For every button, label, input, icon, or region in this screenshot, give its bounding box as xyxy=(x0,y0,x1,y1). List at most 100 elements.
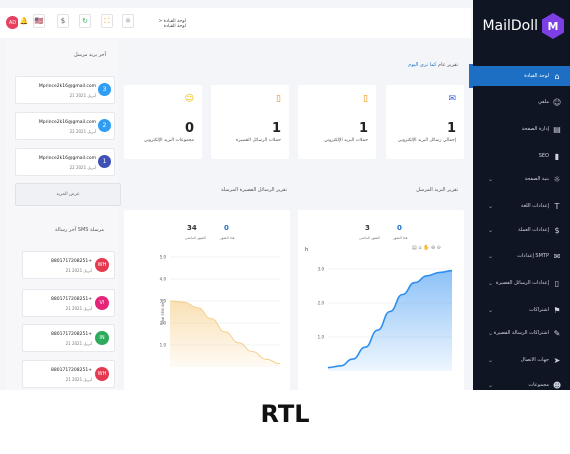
mail-item[interactable]: Mprince2k16@gmail.com 22 أبريل 2021 2 xyxy=(15,112,115,140)
view-more-button[interactable]: عرض المزيد xyxy=(15,183,121,206)
data-point xyxy=(402,294,403,295)
chevron-down-icon: ⌄ xyxy=(488,279,494,287)
chevron-down-icon: ⌄ xyxy=(488,329,494,337)
recent-sms-title: آخر رسالة SMS مرسلة xyxy=(55,227,104,233)
app-logo[interactable]: MailDoll M xyxy=(476,10,564,42)
sidebar-item[interactable]: إدارة الصفحة ▤ xyxy=(473,119,570,139)
sidebar-item[interactable]: بنية الصفحة ☼ ⌄ xyxy=(473,169,570,189)
mail-number-badge: 2 xyxy=(98,119,111,132)
overview-subtitle[interactable]: كما ترى اليوم xyxy=(408,62,436,68)
sidebar-item-label: مجموعات xyxy=(528,382,549,388)
data-point xyxy=(211,318,212,319)
sms-item[interactable]: 8801717208251+ 21 أبريل 2021 VI xyxy=(22,289,115,317)
refresh-icon[interactable]: ↻ xyxy=(79,14,91,28)
data-point xyxy=(252,351,253,352)
mail-number-badge: 1 xyxy=(98,155,111,168)
sidebar-item-label: إعدادات الرسائل القصيرة xyxy=(495,280,549,286)
sidebar-item[interactable]: جهات الاتصال ➤ ⌄ xyxy=(473,350,570,370)
sms-avatar: WH xyxy=(95,367,109,381)
sidebar-item-label: إعدادات اللغة xyxy=(521,203,549,209)
phone-icon: ▯ xyxy=(554,278,560,288)
app-window: آخر بريد مرسل Mprince2k16@gmail.com 21 أ… xyxy=(0,0,570,390)
sidebar-item-label: اشتراكات xyxy=(529,307,549,313)
send-icon: ➤ xyxy=(553,355,561,365)
sms-sent-chart: 5.04.03.02.01.0Total SMS Sent xyxy=(160,255,281,367)
sidebar-item-label: لوحة القيادة xyxy=(524,73,549,79)
data-point xyxy=(365,347,366,348)
fullscreen-icon[interactable]: ⛶ xyxy=(101,14,113,28)
sun-icon: ☼ xyxy=(553,174,561,184)
sidebar-item[interactable]: SEO ▮ xyxy=(473,146,570,166)
user-icon: ☺ xyxy=(552,97,562,107)
sidebar-item[interactable]: لوحة القيادة ⌂ xyxy=(473,66,570,86)
logo-icon: M xyxy=(542,13,564,39)
y-tick-label: 3.0 xyxy=(318,267,325,272)
dollar-icon: $ xyxy=(554,225,560,235)
sms-avatar: IN xyxy=(95,331,109,345)
overview-title: تقرير عام xyxy=(437,62,458,68)
sidebar-item[interactable]: اشتراكات الرسالة القصيرة ✎ ⌄ xyxy=(473,323,570,343)
sidebar-item-label: بنية الصفحة xyxy=(524,176,549,182)
sidebar-item[interactable]: ملفي ☺ xyxy=(473,92,570,112)
sms-item[interactable]: 8801717208251+ 21 أبريل 2021 WH xyxy=(22,360,115,388)
mail-icon: ✉ xyxy=(553,251,561,261)
stat-card-sms-campaigns: ▯ 1 حملات الرسائل القصيرة xyxy=(211,85,289,159)
data-point xyxy=(352,359,353,360)
sidebar-item-label: ملفي xyxy=(537,99,549,105)
chevron-down-icon: ⌄ xyxy=(488,202,494,210)
sidebar-item[interactable]: مجموعات ☻ ⌄ xyxy=(473,375,570,390)
sidebar-item-label: اشتراكات الرسالة القصيرة xyxy=(493,330,549,336)
data-point xyxy=(340,366,341,367)
sms-item[interactable]: 8801717208251+ 21 أبريل 2021 IN xyxy=(22,324,115,352)
group-icon: ☻ xyxy=(552,380,562,390)
flag-icon[interactable]: 🇺🇸 xyxy=(33,14,45,28)
mail-number-badge: 3 xyxy=(98,83,111,96)
chevron-down-icon: ⌄ xyxy=(488,381,494,389)
mail-item[interactable]: Mprince2k16@gmail.com 21 أبريل 2021 3 xyxy=(15,76,115,104)
currency-icon[interactable]: $ xyxy=(57,14,69,28)
book-icon: ▯ xyxy=(276,94,281,104)
sidebar-item[interactable]: اشتراكات ⚑ ⌄ xyxy=(473,300,570,320)
data-point xyxy=(197,307,198,308)
sidebar-item[interactable]: إعدادات اللغة T ⌄ xyxy=(473,196,570,216)
sms-icon: ✎ xyxy=(553,328,561,338)
caption: RTL xyxy=(260,400,310,428)
data-point xyxy=(328,367,329,368)
y-axis-label: Total SMS Sent xyxy=(161,298,165,325)
theme-icon[interactable]: ☼ xyxy=(122,14,134,28)
chevron-down-icon: ⌄ xyxy=(488,175,494,183)
mail-item[interactable]: Mprince2k16@gmail.com 22 أبريل 2021 1 xyxy=(15,148,115,176)
chevron-down-icon: ⌄ xyxy=(488,252,494,260)
top-bar: AD 🔔 🇺🇸 $ ↻ ⛶ ☼ لوحة القيادة < لوحة القي… xyxy=(0,8,471,38)
data-point xyxy=(225,331,226,332)
data-point xyxy=(390,311,391,312)
chevron-down-icon: ⌄ xyxy=(488,306,494,314)
chart-icon: ▮ xyxy=(554,151,560,161)
notification-icon[interactable]: 🔔 xyxy=(18,14,30,28)
sidebar-item[interactable]: إعدادات العملة $ ⌄ xyxy=(473,220,570,240)
sms-item[interactable]: 8801717208251+ 21 أبريل 2021 WH xyxy=(22,251,115,279)
file-icon: ▤ xyxy=(553,124,561,134)
y-tick-label: 1.0 xyxy=(160,343,167,348)
data-point xyxy=(452,270,453,271)
data-point xyxy=(266,359,267,360)
data-point xyxy=(439,272,440,273)
sidebar-item-label: إعدادات SMTP xyxy=(517,253,549,259)
sidebar-item-label: إدارة الصفحة xyxy=(521,126,549,132)
data-point xyxy=(238,342,239,343)
gift-icon: ⚑ xyxy=(553,305,561,315)
chevron-down-icon: ⌄ xyxy=(488,356,494,364)
data-point xyxy=(427,275,428,276)
area-fill xyxy=(328,270,452,371)
y-tick-label: 1.0 xyxy=(318,335,325,340)
data-point xyxy=(377,330,378,331)
text-icon: T xyxy=(554,201,560,211)
sidebar-item[interactable]: إعدادات الرسائل القصيرة ▯ ⌄ xyxy=(473,273,570,293)
y-tick-label: 2.0 xyxy=(318,301,325,306)
sidebar-item[interactable]: إعدادات SMTP ✉ ⌄ xyxy=(473,246,570,266)
book-icon: ▯ xyxy=(363,94,368,104)
sidebar: MailDoll M لوحة القيادة ⌂ ملفي ☺ إدارة الصفح… xyxy=(469,0,570,390)
sidebar-item-label: SEO xyxy=(538,153,549,159)
stat-card-email-groups: ☺ 0 مجموعات البريد الإلكتروني xyxy=(124,85,202,159)
envelope-icon: ✉ xyxy=(448,94,456,104)
